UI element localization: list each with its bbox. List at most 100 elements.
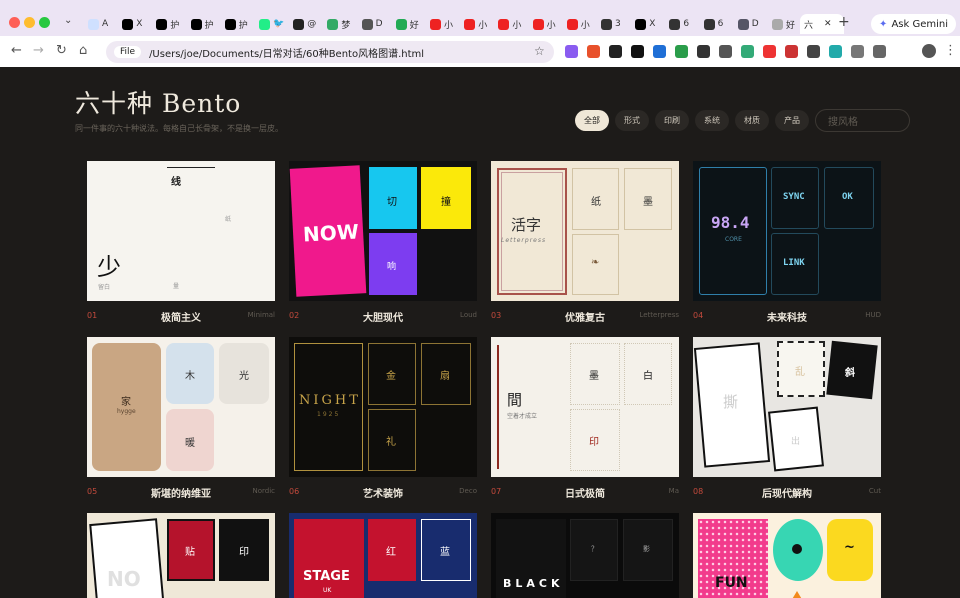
browser-tab[interactable]: D: [734, 14, 762, 34]
cell-text: 影: [643, 545, 650, 553]
browser-tab[interactable]: 6: [665, 14, 693, 34]
cell-text: NIGHT: [299, 393, 361, 408]
bento-card-cut[interactable]: 撕 乱 斜 出: [693, 337, 881, 477]
new-tab-button[interactable]: +: [838, 14, 850, 30]
tab-search-icon[interactable]: ⌄: [64, 15, 72, 26]
home-icon[interactable]: ⌂: [79, 44, 87, 58]
card-caption: 08 后现代解构 Cut: [693, 485, 881, 500]
cell-text: ❧: [591, 257, 600, 268]
profile-avatar[interactable]: [922, 44, 936, 58]
extension-icon[interactable]: [873, 45, 886, 58]
bento-card-black[interactable]: BLACK ？ 影: [491, 513, 679, 598]
bento-card-fun[interactable]: FUN ~: [693, 513, 881, 598]
extension-icon[interactable]: [719, 45, 732, 58]
tab-favicon-icon: [293, 18, 305, 30]
card-name: 大胆现代: [363, 313, 403, 324]
extension-icon[interactable]: [851, 45, 864, 58]
cell-text: 撕: [723, 393, 739, 411]
tab-favicon-icon: [669, 18, 681, 30]
back-button[interactable]: ←: [11, 44, 22, 58]
tab-strip: ⌄ A X 护 护 护 🐦 @ 梦 D 好 小 小 小 小 小 3 X 6 6 D 好 六 ✕ + ✦ Ask Gemi…: [0, 11, 960, 36]
tab-favicon-icon: [122, 18, 134, 30]
browser-tab[interactable]: 小: [563, 14, 591, 34]
filter-chip[interactable]: 全部: [575, 110, 609, 131]
bento-card-nordic[interactable]: 家 hygge 木 光 暖: [87, 337, 275, 477]
cell-text: OK: [842, 192, 853, 202]
browser-tab[interactable]: X: [118, 14, 146, 34]
bento-card-ma[interactable]: 間 空着才成立 墨 白 印: [491, 337, 679, 477]
filter-chip[interactable]: 产品: [775, 110, 809, 131]
browser-tab[interactable]: 好: [768, 14, 796, 34]
card-name: 日式极简: [565, 489, 605, 500]
extension-icon[interactable]: [631, 45, 644, 58]
browser-tab[interactable]: 小: [460, 14, 488, 34]
reload-button[interactable]: ↻: [56, 44, 67, 58]
tab-favicon-icon: [224, 18, 236, 30]
extension-icon[interactable]: [675, 45, 688, 58]
extension-icon[interactable]: [829, 45, 842, 58]
tab-favicon-icon: [566, 18, 578, 30]
browser-tab[interactable]: 护: [221, 14, 249, 34]
browser-tab[interactable]: X: [631, 14, 659, 34]
card-caption: 01 极简主义 Minimal: [87, 309, 275, 324]
cell-text: 斜: [845, 368, 855, 379]
extension-icon[interactable]: [785, 45, 798, 58]
cell-text: 纸: [591, 197, 601, 208]
card-en-name: Minimal: [247, 311, 275, 319]
minimize-window-button[interactable]: [24, 17, 35, 28]
close-tab-icon[interactable]: ✕: [824, 19, 832, 29]
file-chip[interactable]: File: [114, 46, 142, 58]
card-en-name: Nordic: [252, 487, 275, 495]
tab-label: 小: [444, 20, 454, 31]
filter-chip[interactable]: 印刷: [655, 110, 689, 131]
forward-button[interactable]: →: [33, 44, 44, 58]
extension-icon[interactable]: [587, 45, 600, 58]
browser-tab[interactable]: D: [358, 14, 386, 34]
browser-tab[interactable]: @: [289, 14, 317, 34]
bento-card-stage[interactable]: STAGE UK 红 蓝: [289, 513, 477, 598]
browser-tab[interactable]: 好: [392, 14, 420, 34]
page-subtitle: 同一件事的六十种说法。每格自己长骨架，不是换一层皮。: [75, 124, 283, 133]
close-window-button[interactable]: [9, 17, 20, 28]
filter-chip[interactable]: 材质: [735, 110, 769, 131]
browser-tab[interactable]: 小: [529, 14, 557, 34]
cell-text: 光: [239, 371, 249, 382]
filter-chip[interactable]: 系统: [695, 110, 729, 131]
extension-icon[interactable]: [697, 45, 710, 58]
browser-tab[interactable]: 🐦: [255, 14, 284, 34]
card-caption: 06 艺术装饰 Deco: [289, 485, 477, 500]
cell-text: NOW: [302, 219, 360, 247]
browser-toolbar: ← → ↻ ⌂ File /Users/joe/Documents/日常对话/6…: [0, 36, 960, 67]
extension-icon[interactable]: [609, 45, 622, 58]
bento-card-collage[interactable]: NO 贴 印: [87, 513, 275, 598]
tab-favicon-icon: [430, 18, 441, 30]
browser-tab[interactable]: 护: [152, 14, 180, 34]
bento-card-hud[interactable]: 98.4 CORE SYNC OK LINK: [693, 161, 881, 301]
bento-card-letterpress[interactable]: 活字 Letterpress 纸 墨 ❧: [491, 161, 679, 301]
bento-card-loud[interactable]: NOW 切 撞 响: [289, 161, 477, 301]
filter-chip[interactable]: 形式: [615, 110, 649, 131]
browser-tab[interactable]: A: [84, 14, 112, 34]
browser-tab[interactable]: 护: [187, 14, 215, 34]
tab-label: @: [307, 19, 317, 29]
ask-gemini-button[interactable]: ✦ Ask Gemini: [871, 14, 956, 34]
extension-icon[interactable]: [763, 45, 776, 58]
browser-tab[interactable]: 6: [700, 14, 728, 34]
menu-icon[interactable]: ⋮: [944, 44, 957, 58]
bookmark-star-icon[interactable]: ☆: [534, 44, 545, 58]
extension-icon[interactable]: [653, 45, 666, 58]
extension-icon[interactable]: [565, 45, 578, 58]
browser-tab[interactable]: 小: [426, 14, 454, 34]
extension-icon[interactable]: [807, 45, 820, 58]
browser-tab[interactable]: 梦: [323, 14, 351, 34]
address-bar[interactable]: File /Users/joe/Documents/日常对话/60种Bento风…: [106, 41, 554, 63]
browser-tab[interactable]: 小: [494, 14, 522, 34]
maximize-window-button[interactable]: [39, 17, 50, 28]
bento-card-deco[interactable]: NIGHT 1925 金 扇 礼: [289, 337, 477, 477]
card-name: 斯堪的纳维亚: [151, 489, 211, 500]
bento-card-minimal[interactable]: 线 纸 少 留白 量: [87, 161, 275, 301]
tab-label: A: [102, 19, 109, 29]
browser-tab[interactable]: 3: [597, 14, 625, 34]
extension-icon[interactable]: [741, 45, 754, 58]
style-search-input[interactable]: 搜风格: [815, 109, 910, 132]
